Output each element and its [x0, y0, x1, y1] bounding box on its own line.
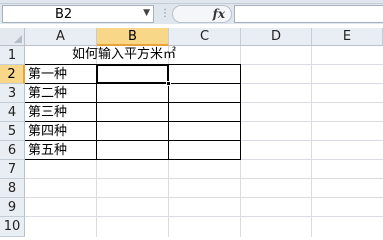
- row-header-1[interactable]: 1: [0, 46, 25, 65]
- select-all-icon: [14, 35, 22, 43]
- formula-bar-row: B2 ▼ ⋮ fx: [0, 4, 383, 24]
- column-header-b[interactable]: B: [97, 28, 169, 46]
- row-header-5[interactable]: 5: [0, 122, 25, 141]
- gridline: [25, 197, 383, 198]
- gridline: [25, 216, 383, 217]
- chevron-down-icon[interactable]: ▼: [143, 8, 150, 18]
- cell-a5[interactable]: 第四种: [28, 122, 67, 141]
- row-header-6[interactable]: 6: [0, 141, 25, 160]
- row-header-2[interactable]: 2: [0, 65, 25, 84]
- cell-a6[interactable]: 第五种: [28, 141, 67, 160]
- column-header-c[interactable]: C: [169, 28, 241, 46]
- row-header-10[interactable]: 10: [0, 217, 25, 237]
- cell-a4[interactable]: 第三种: [28, 103, 67, 122]
- formula-input[interactable]: [234, 5, 383, 23]
- column-header-a[interactable]: A: [25, 28, 97, 46]
- select-all-button[interactable]: [0, 28, 25, 46]
- resize-handle-icon[interactable]: ⋮: [158, 6, 172, 22]
- gridline: [311, 46, 312, 237]
- formula-controls: fx: [172, 5, 232, 23]
- row-header-9[interactable]: 9: [0, 198, 25, 217]
- name-box[interactable]: B2 ▼: [2, 5, 154, 23]
- cell-a3[interactable]: 第二种: [28, 84, 67, 103]
- cell-a2[interactable]: 第一种: [28, 65, 67, 84]
- name-box-value: B2: [55, 7, 73, 22]
- row-header-7[interactable]: 7: [0, 160, 25, 179]
- worksheet-grid[interactable]: A B C D E 1 2 3 4 5 6 7 8 9 10 如何输入平方米㎡ …: [0, 28, 383, 237]
- insert-function-button[interactable]: fx: [213, 6, 225, 23]
- gridline: [25, 178, 383, 179]
- active-cell-b2[interactable]: [96, 64, 169, 84]
- column-header-d[interactable]: D: [241, 28, 312, 46]
- table-border: [240, 64, 241, 160]
- column-header-e[interactable]: E: [312, 28, 383, 46]
- row-header-8[interactable]: 8: [0, 179, 25, 198]
- cell-title[interactable]: 如何输入平方米㎡: [72, 45, 176, 64]
- row-header-3[interactable]: 3: [0, 84, 25, 103]
- fill-handle[interactable]: [166, 81, 171, 86]
- row-header-4[interactable]: 4: [0, 103, 25, 122]
